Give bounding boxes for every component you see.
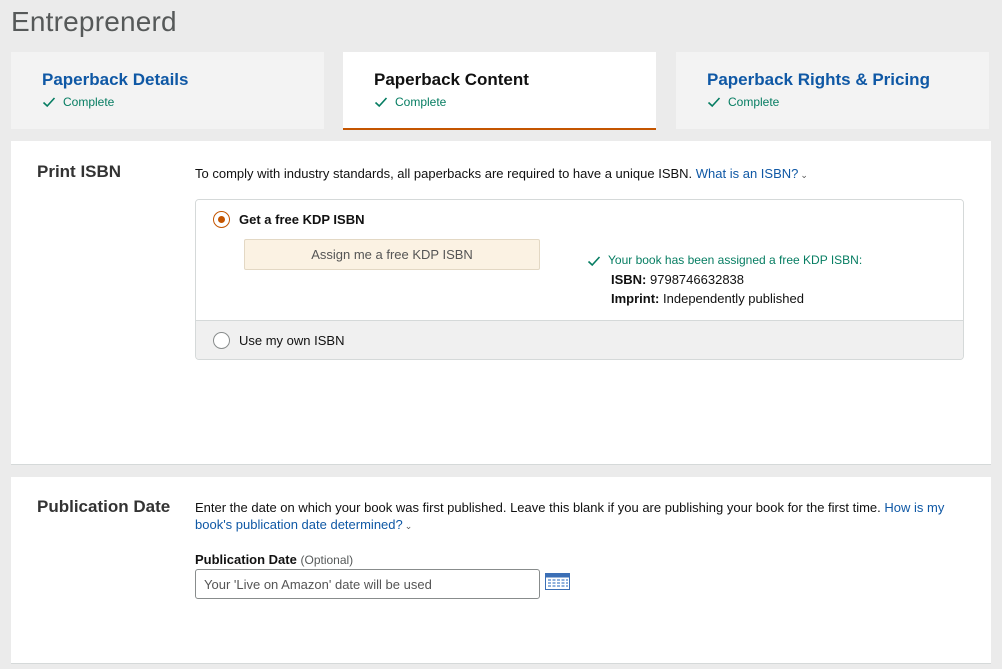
- what-is-isbn-link[interactable]: What is an ISBN? ⌄: [696, 166, 808, 181]
- calendar-icon[interactable]: [545, 573, 570, 590]
- link-text: What is an ISBN?: [695, 166, 799, 181]
- app-title: Entreprenerd: [11, 6, 177, 37]
- pubdate-field-label: Publication Date (Optional): [195, 552, 353, 567]
- isbn-description-text: To comply with industry standards, all p…: [195, 166, 693, 181]
- tab-paperback-content[interactable]: Paperback Content Complete: [343, 52, 656, 130]
- tab-status: Complete: [374, 95, 656, 109]
- isbn-description: To comply with industry standards, all p…: [195, 165, 808, 184]
- isbn-assigned-info: Your book has been assigned a free KDP I…: [587, 251, 863, 308]
- isbn-value: 9798746632838: [650, 272, 745, 287]
- check-icon: [587, 254, 601, 268]
- isbn-row: ISBN: 9798746632838: [589, 270, 862, 289]
- section-title: Publication Date: [37, 497, 171, 516]
- assigned-message: Your book has been assigned a free KDP I…: [587, 251, 863, 270]
- tab-title: Paperback Details: [42, 70, 189, 89]
- isbn-options: Get a free KDP ISBN Assign me a free KDP…: [195, 199, 964, 360]
- publication-date-input[interactable]: [195, 569, 540, 599]
- tab-status-text: Complete: [63, 95, 115, 109]
- option-label[interactable]: Use my own ISBN: [239, 333, 344, 348]
- assign-free-isbn-button[interactable]: Assign me a free KDP ISBN: [244, 239, 540, 270]
- tab-status: Complete: [707, 95, 989, 109]
- tab-title: Paperback Rights & Pricing: [707, 70, 930, 89]
- check-icon: [374, 95, 388, 109]
- assigned-message-text: Your book has been assigned a free KDP I…: [608, 253, 863, 267]
- chevron-down-icon: ⌄: [404, 521, 413, 531]
- tab-status: Complete: [42, 95, 324, 109]
- tab-status-text: Complete: [728, 95, 780, 109]
- isbn-key: ISBN:: [611, 272, 647, 287]
- pubdate-description-text: Enter the date on which your book was fi…: [195, 500, 881, 515]
- publication-date-section: Publication Date Enter the date on which…: [11, 477, 991, 664]
- imprint-row: Imprint: Independently published: [589, 289, 862, 308]
- chevron-down-icon: ⌄: [800, 170, 808, 180]
- option-label[interactable]: Get a free KDP ISBN: [239, 212, 364, 227]
- imprint-key: Imprint:: [611, 291, 660, 306]
- optional-text: (Optional): [300, 553, 354, 567]
- option-free-isbn: Get a free KDP ISBN Assign me a free KDP…: [196, 200, 963, 320]
- section-title: Print ISBN: [37, 162, 122, 181]
- radio-own-isbn[interactable]: [213, 332, 230, 349]
- tab-title: Paperback Content: [374, 70, 529, 89]
- check-icon: [707, 95, 721, 109]
- print-isbn-section: Print ISBN To comply with industry stand…: [11, 141, 991, 465]
- check-icon: [42, 95, 56, 109]
- pubdate-label-text: Publication Date: [195, 552, 297, 567]
- option-own-isbn: Use my own ISBN: [196, 320, 963, 359]
- pubdate-description: Enter the date on which your book was fi…: [195, 499, 965, 535]
- radio-free-isbn[interactable]: [213, 211, 230, 228]
- tab-paperback-rights-pricing[interactable]: Paperback Rights & Pricing Complete: [676, 52, 989, 129]
- tab-status-text: Complete: [395, 95, 447, 109]
- imprint-value: Independently published: [663, 291, 804, 306]
- tab-paperback-details[interactable]: Paperback Details Complete: [11, 52, 324, 129]
